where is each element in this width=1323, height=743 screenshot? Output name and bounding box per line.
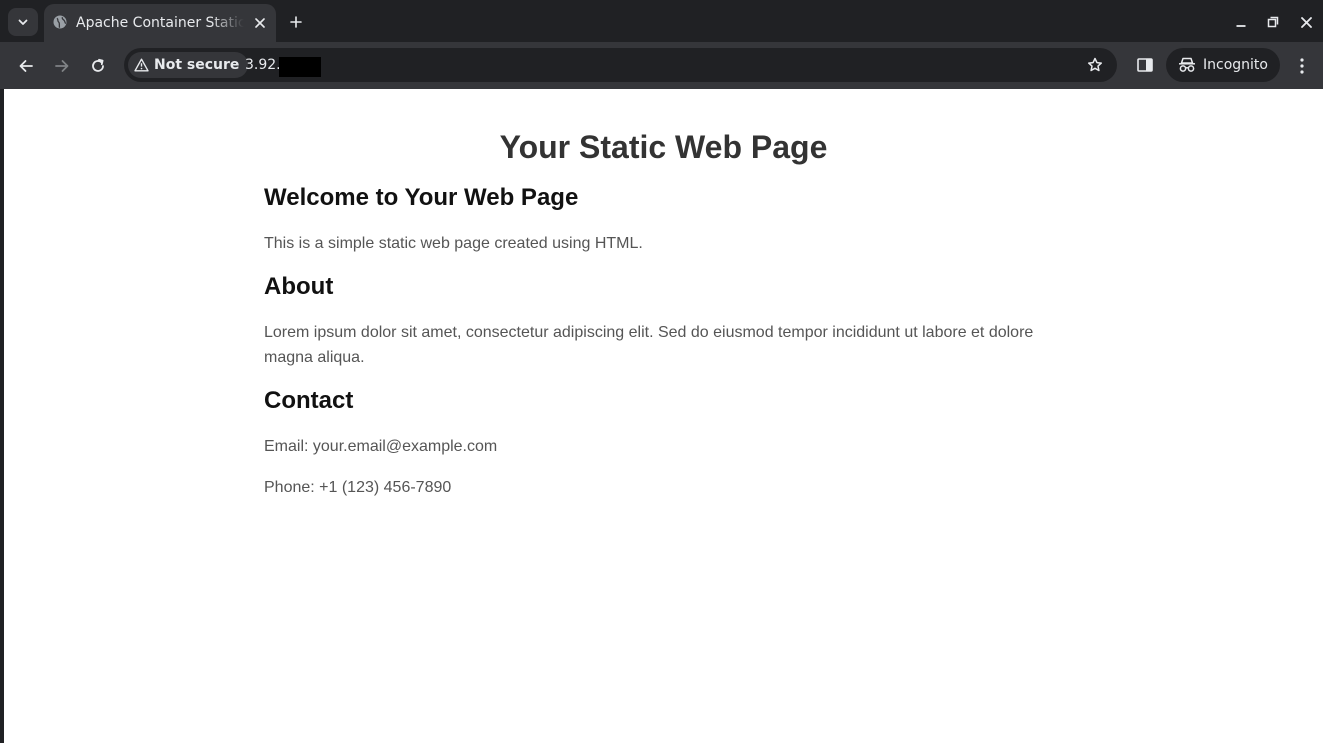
- close-icon: [1300, 16, 1312, 28]
- tab-search-button[interactable]: [8, 8, 38, 36]
- section-about: About Lorem ipsum dolor sit amet, consec…: [264, 272, 1054, 370]
- minimize-icon: [1236, 25, 1246, 27]
- browser-menu-button[interactable]: [1290, 52, 1314, 80]
- restore-icon: [1267, 16, 1279, 28]
- arrow-left-icon: [19, 60, 33, 72]
- section-welcome: Welcome to Your Web Page This is a simpl…: [264, 183, 1054, 256]
- tab-title: Apache Container Static Web Page: [76, 15, 244, 31]
- browser-toolbar: Not secure 3.92. Incognito: [0, 42, 1323, 89]
- bookmark-button[interactable]: [1083, 53, 1107, 77]
- plus-icon: [290, 16, 302, 28]
- reload-icon: [92, 58, 104, 72]
- url-text[interactable]: 3.92.: [245, 56, 281, 74]
- contact-email: Email: your.email@example.com: [264, 438, 498, 455]
- page-content: Welcome to Your Web Page This is a simpl…: [264, 183, 1054, 516]
- globe-icon: [53, 15, 67, 29]
- restore-button[interactable]: [1261, 10, 1285, 34]
- about-text: Lorem ipsum dolor sit amet, consectetur …: [264, 324, 1034, 366]
- side-panel-button[interactable]: [1132, 52, 1158, 78]
- minimize-button[interactable]: [1229, 10, 1253, 34]
- kebab-menu-icon: [1300, 58, 1304, 74]
- contact-phone: Phone: +1 (123) 456-7890: [264, 479, 452, 496]
- tab-active[interactable]: Apache Container Static Web Page: [44, 4, 276, 42]
- security-chip[interactable]: Not secure: [128, 52, 249, 78]
- security-label: Not secure: [154, 57, 240, 73]
- section-heading-contact: Contact: [264, 387, 354, 414]
- side-panel-icon: [1137, 58, 1153, 72]
- incognito-label: Incognito: [1203, 57, 1268, 73]
- welcome-text: This is a simple static web page created…: [264, 235, 643, 252]
- close-icon: [255, 18, 265, 28]
- back-button[interactable]: [12, 52, 40, 80]
- tab-strip: Apache Container Static Web Page: [0, 0, 1323, 42]
- address-bar[interactable]: Not secure 3.92.: [124, 48, 1117, 82]
- reload-button[interactable]: [84, 52, 112, 80]
- close-window-button[interactable]: [1294, 10, 1318, 34]
- star-icon: [1087, 57, 1103, 72]
- chevron-down-icon: [18, 19, 28, 25]
- section-contact: Contact Email: your.email@example.com Ph…: [264, 386, 1054, 500]
- page-viewport: Your Static Web Page Welcome to Your Web…: [4, 89, 1323, 743]
- page-title: Your Static Web Page: [499, 129, 828, 165]
- incognito-indicator[interactable]: Incognito: [1166, 48, 1280, 82]
- section-heading-welcome: Welcome to Your Web Page: [264, 184, 579, 211]
- warning-icon: [134, 58, 149, 72]
- incognito-icon: [1179, 57, 1195, 72]
- tab-close-button[interactable]: [250, 13, 270, 33]
- url-redaction: [279, 57, 321, 77]
- arrow-right-icon: [55, 60, 69, 72]
- section-heading-about: About: [264, 273, 334, 300]
- forward-button[interactable]: [48, 52, 76, 80]
- new-tab-button[interactable]: [284, 10, 308, 34]
